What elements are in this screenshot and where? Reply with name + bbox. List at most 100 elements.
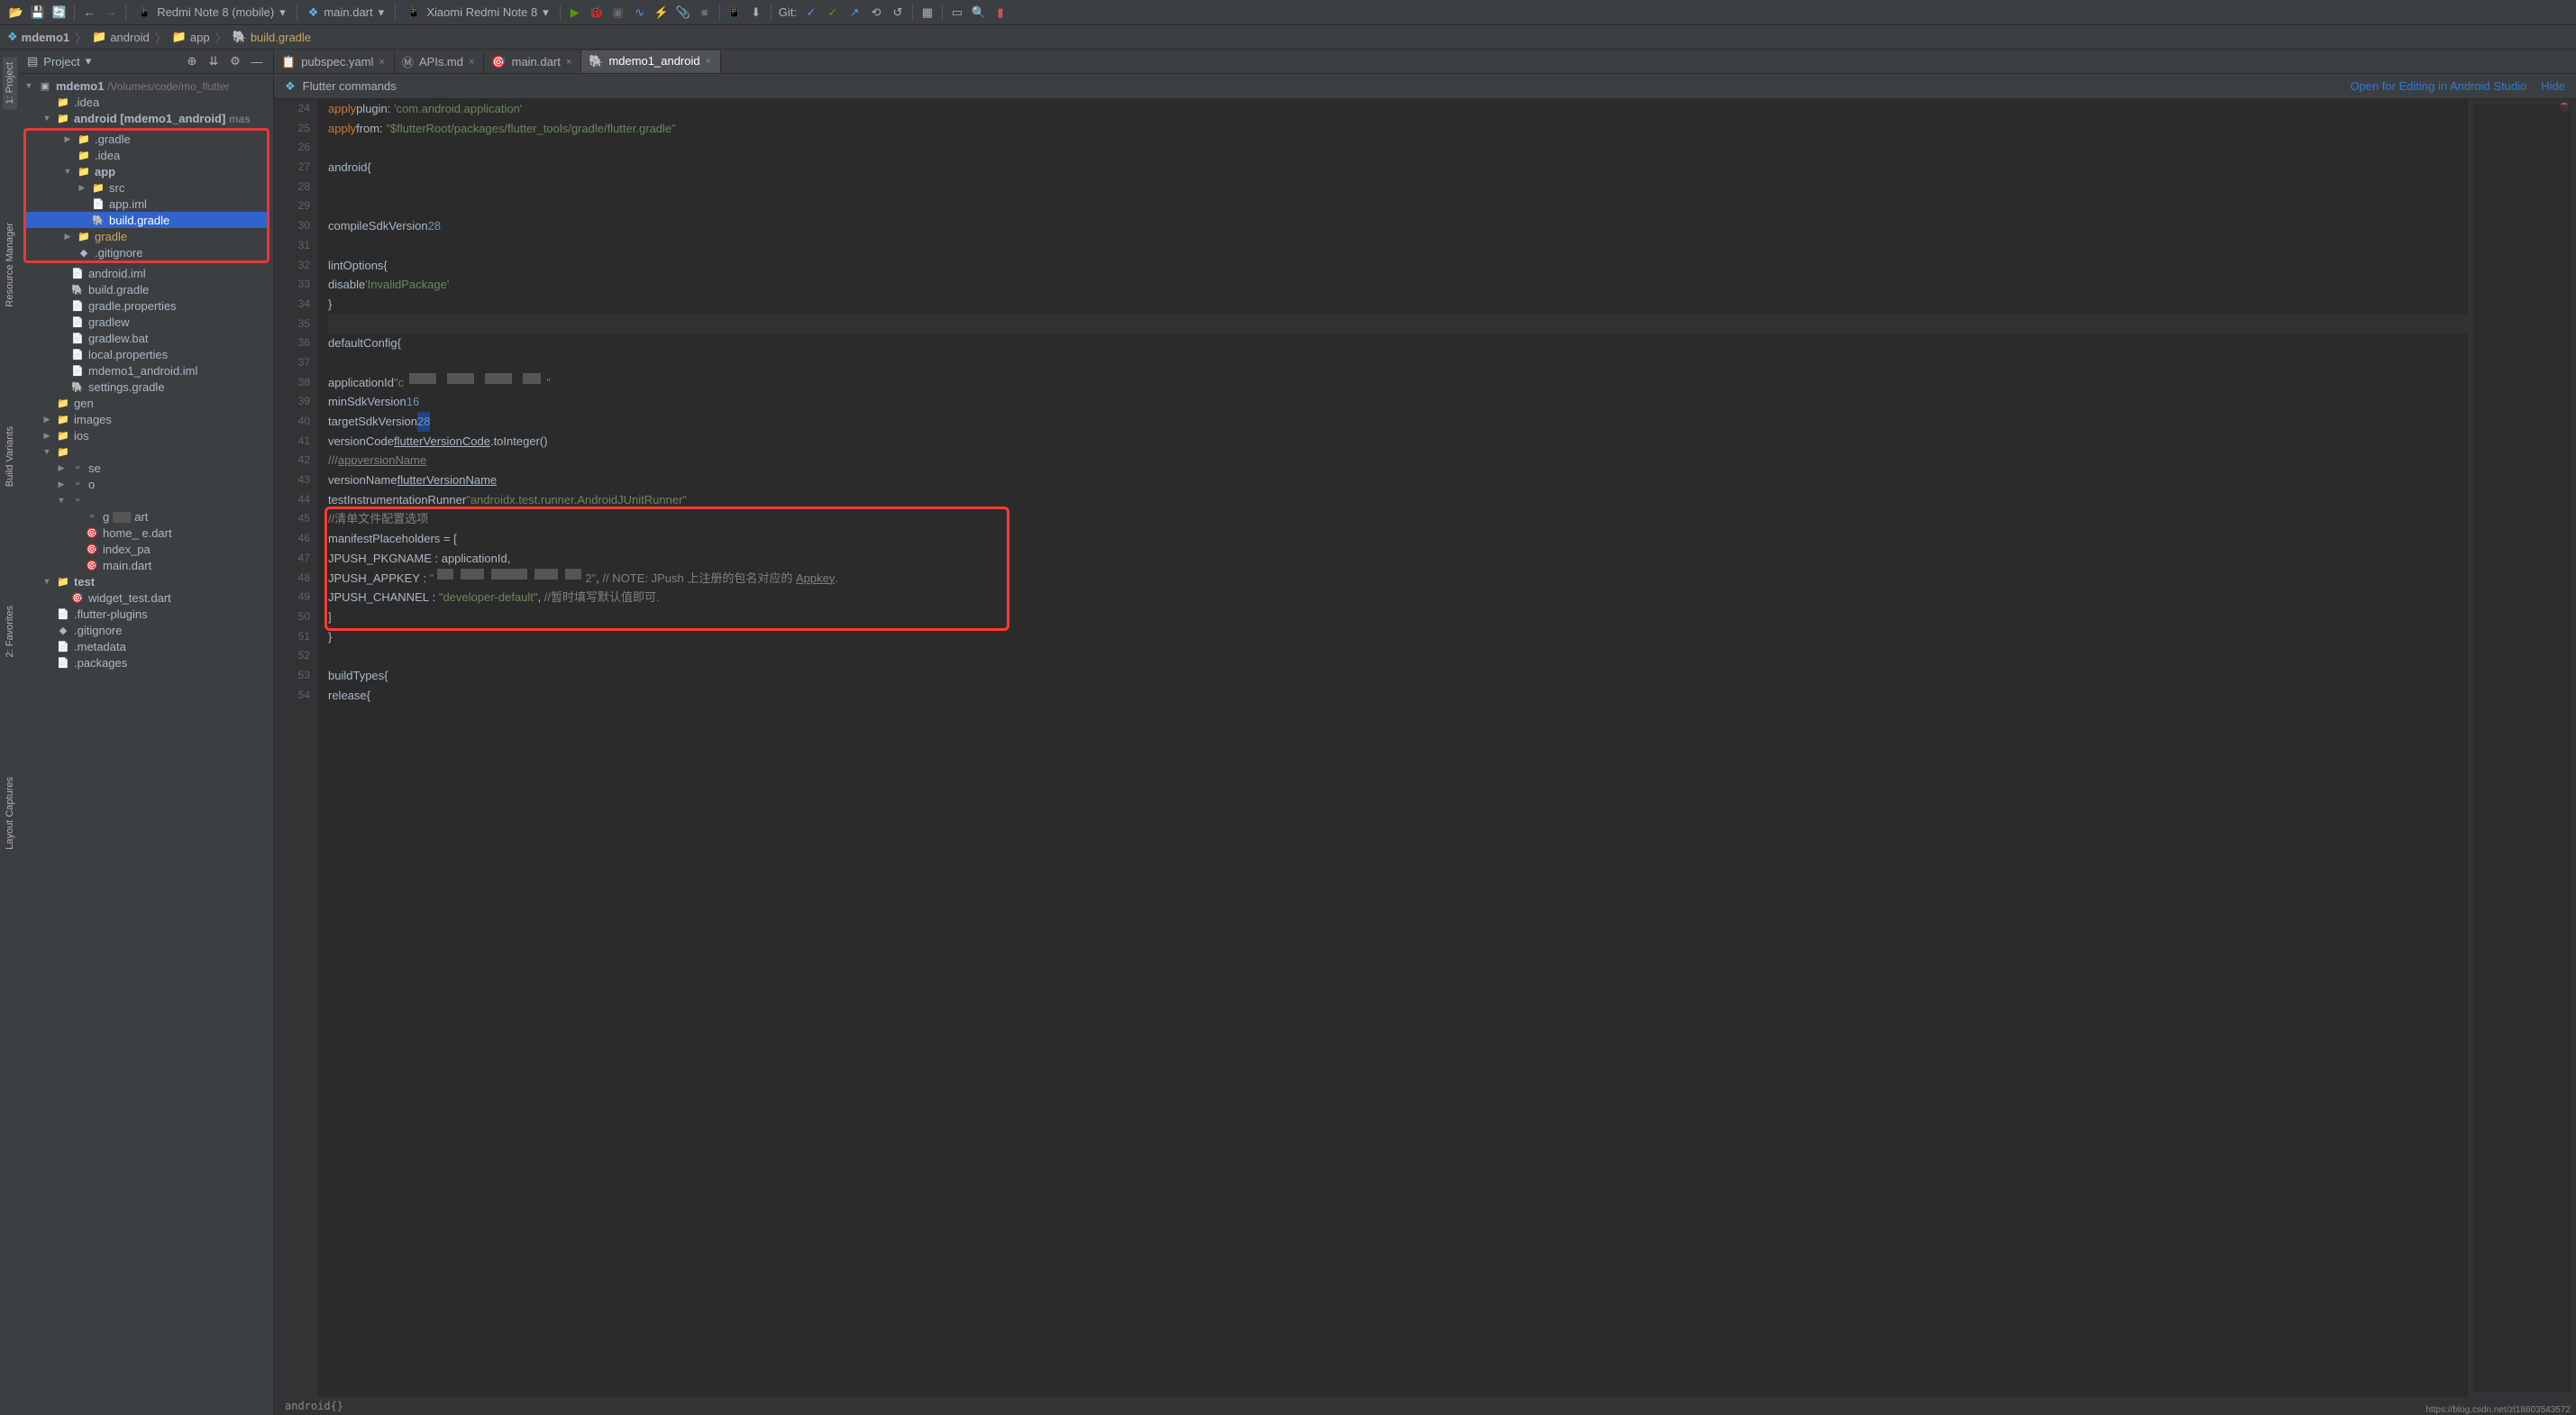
tree-item[interactable]: 📁.idea bbox=[20, 94, 273, 110]
forward-icon[interactable]: → bbox=[100, 2, 122, 23]
code-line[interactable]: applicationId "c" bbox=[328, 373, 2468, 393]
git-commit-icon[interactable]: ✓ bbox=[822, 2, 844, 23]
code-line[interactable] bbox=[328, 646, 2468, 666]
code-line[interactable]: minSdkVersion 16 bbox=[328, 392, 2468, 412]
close-tab-icon[interactable]: × bbox=[706, 56, 711, 67]
tree-item[interactable]: ▫gart bbox=[20, 508, 273, 525]
avd-icon[interactable]: 📱 bbox=[724, 2, 745, 23]
tree-item[interactable]: 🐘build.gradle bbox=[26, 212, 267, 228]
sdk-icon[interactable]: ⬇ bbox=[745, 2, 767, 23]
tab-resource-manager[interactable]: Resource Manager bbox=[3, 217, 17, 313]
tree-item[interactable]: ▶📁ios bbox=[20, 427, 273, 443]
tree-item[interactable]: ▶▫o bbox=[20, 476, 273, 492]
code-line[interactable] bbox=[328, 315, 2468, 334]
tree-item[interactable]: ▶▫se bbox=[20, 460, 273, 476]
tree-item[interactable]: 🐘build.gradle bbox=[20, 281, 273, 297]
code-line[interactable]: } bbox=[328, 627, 2468, 647]
tree-item[interactable]: 📄gradle.properties bbox=[20, 297, 273, 314]
code-line[interactable]: apply from: "$flutterRoot/packages/flutt… bbox=[328, 119, 2468, 139]
code-line[interactable]: JPUSH_PKGNAME : applicationId, bbox=[328, 549, 2468, 569]
device-selector-2[interactable]: 📱 Xiaomi Redmi Note 8 ▾ bbox=[399, 4, 556, 22]
hide-icon[interactable]: — bbox=[248, 52, 266, 70]
git-update-icon[interactable]: ✓ bbox=[800, 2, 822, 23]
code-line[interactable]: JPUSH_APPKEY : "2", // NOTE: JPush 上注册的包… bbox=[328, 569, 2468, 589]
stop-icon[interactable]: ■ bbox=[694, 2, 716, 23]
code-line[interactable]: release { bbox=[328, 686, 2468, 706]
tree-item[interactable]: ▼📁 bbox=[20, 443, 273, 460]
tree-item[interactable]: ▼📁android [mdemo1_android] mas bbox=[20, 110, 273, 126]
tree-item[interactable]: ▼📁test bbox=[20, 573, 273, 589]
git-push-icon[interactable]: ↗ bbox=[844, 2, 865, 23]
code-line[interactable]: defaultConfig { bbox=[328, 333, 2468, 353]
run-icon[interactable]: ▶ bbox=[564, 2, 586, 23]
tab-layout-captures[interactable]: Layout Captures bbox=[3, 771, 17, 855]
code-line[interactable]: targetSdkVersion 28 bbox=[328, 412, 2468, 432]
close-tab-icon[interactable]: × bbox=[379, 57, 384, 68]
screenshot-icon[interactable]: ▭ bbox=[946, 2, 968, 23]
code-line[interactable]: testInstrumentationRunner "androidx.test… bbox=[328, 490, 2468, 510]
sidebar-title[interactable]: ▤Project▾ bbox=[27, 54, 91, 68]
tree-item[interactable]: 🎯widget_test.dart bbox=[20, 589, 273, 606]
minimap[interactable] bbox=[2473, 105, 2571, 1392]
code-editor[interactable]: 2425262728293031323334353637383940414243… bbox=[274, 99, 2576, 1397]
code-line[interactable] bbox=[328, 353, 2468, 373]
code-line[interactable]: JPUSH_CHANNEL : "developer-default", //暂… bbox=[328, 588, 2468, 607]
tree-item[interactable]: 📄mdemo1_android.iml bbox=[20, 362, 273, 379]
tree-item[interactable]: 📄.packages bbox=[20, 654, 273, 671]
tab-build-variants[interactable]: Build Variants bbox=[3, 421, 17, 492]
tree-item[interactable]: 📄android.iml bbox=[20, 265, 273, 281]
close-tab-icon[interactable]: × bbox=[469, 57, 474, 68]
settings-icon[interactable]: ⚙ bbox=[226, 52, 244, 70]
debug-icon[interactable]: 🐞 bbox=[586, 2, 607, 23]
tree-item[interactable]: ▶📁images bbox=[20, 411, 273, 427]
tree-item[interactable]: 📄.flutter-plugins bbox=[20, 606, 273, 622]
device-selector-1[interactable]: 📱 Redmi Note 8 (mobile) ▾ bbox=[130, 4, 293, 22]
tab-favorites[interactable]: 2: Favorites bbox=[3, 600, 17, 662]
git-history-icon[interactable]: ⟲ bbox=[865, 2, 887, 23]
code-line[interactable] bbox=[328, 178, 2468, 197]
code-line[interactable]: manifestPlaceholders = [ bbox=[328, 529, 2468, 549]
tree-item[interactable]: ◆.gitignore bbox=[20, 622, 273, 638]
tree-item[interactable]: ▶📁src bbox=[26, 179, 267, 196]
select-opened-file-icon[interactable]: ⊕ bbox=[183, 52, 201, 70]
code-line[interactable] bbox=[328, 196, 2468, 216]
hot-reload-icon[interactable]: ⚡ bbox=[651, 2, 672, 23]
tree-item[interactable]: 📄gradlew bbox=[20, 314, 273, 330]
tab-project[interactable]: 1: Project bbox=[3, 57, 17, 109]
tree-item[interactable]: ◆.gitignore bbox=[26, 244, 267, 260]
git-revert-icon[interactable]: ↺ bbox=[887, 2, 909, 23]
tree-item[interactable]: ▶📁gradle bbox=[26, 228, 267, 244]
search-icon[interactable]: 🔍 bbox=[968, 2, 990, 23]
breadcrumb-item[interactable]: 📁app bbox=[172, 30, 210, 44]
tree-item[interactable]: 📁.idea bbox=[26, 147, 267, 163]
project-tree[interactable]: ▼▣mdemo1 /Volumes/code/mo_flutter📁.idea▼… bbox=[20, 74, 273, 1415]
hide-link[interactable]: Hide bbox=[2541, 79, 2565, 93]
tree-item[interactable]: 📄local.properties bbox=[20, 346, 273, 362]
tree-item[interactable]: ▶📁.gradle bbox=[26, 131, 267, 147]
profiler-icon[interactable]: ∿ bbox=[629, 2, 651, 23]
breadcrumb-item[interactable]: 📁android bbox=[92, 30, 150, 44]
breadcrumb-item[interactable]: 🐘build.gradle bbox=[233, 30, 311, 44]
code-line[interactable]: disable 'InvalidPackage' bbox=[328, 275, 2468, 295]
run-config-selector[interactable]: ❖ main.dart ▾ bbox=[301, 4, 391, 22]
coverage-icon[interactable]: ▣ bbox=[607, 2, 629, 23]
back-icon[interactable]: ← bbox=[78, 2, 100, 23]
code-line[interactable]: //清单文件配置选项 bbox=[328, 509, 2468, 529]
sync-icon[interactable]: 🔄 bbox=[49, 2, 70, 23]
code-line[interactable]: android { bbox=[328, 158, 2468, 178]
tree-item[interactable]: 🐘settings.gradle bbox=[20, 379, 273, 395]
tree-item[interactable]: 🎯main.dart bbox=[20, 557, 273, 573]
code-line[interactable]: versionName flutterVersionName bbox=[328, 470, 2468, 490]
code-line[interactable]: apply plugin: 'com.android.application' bbox=[328, 99, 2468, 119]
editor-tab[interactable]: 🎯main.dart× bbox=[484, 50, 581, 73]
tree-item[interactable]: ▼📁app bbox=[26, 163, 267, 179]
code-line[interactable]: compileSdkVersion 28 bbox=[328, 216, 2468, 236]
tree-item[interactable]: 📄app.iml bbox=[26, 196, 267, 212]
code-line[interactable]: buildTypes { bbox=[328, 666, 2468, 686]
open-in-android-studio-link[interactable]: Open for Editing in Android Studio bbox=[2350, 79, 2526, 93]
editor-tab[interactable]: 📋pubspec.yaml× bbox=[274, 50, 395, 73]
tree-item[interactable]: 📄.metadata bbox=[20, 638, 273, 654]
code-line[interactable]: } bbox=[328, 295, 2468, 315]
close-tab-icon[interactable]: × bbox=[566, 57, 571, 68]
collapse-all-icon[interactable]: ⇊ bbox=[205, 52, 223, 70]
